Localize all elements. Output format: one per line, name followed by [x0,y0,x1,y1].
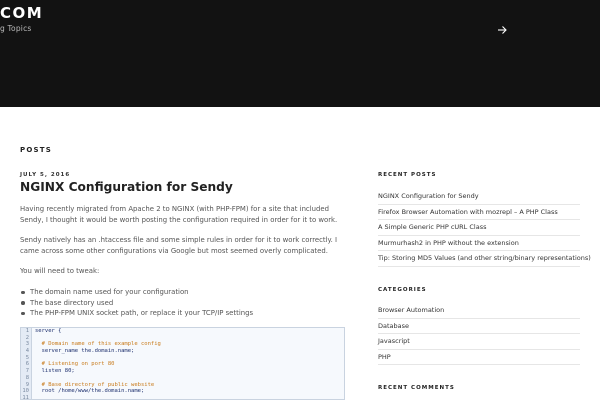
line-number: 10 [21,388,32,395]
line-number: 6 [21,361,32,369]
recent-post-link[interactable]: Firefox Browser Automation with mozrepl … [378,205,580,220]
category-link[interactable]: Javascript [378,334,580,350]
recent-post-link[interactable]: Murmurhash2 in PHP without the extension [378,236,580,251]
site-description: g Topics [0,24,32,33]
tweak-list: The domain name used for your configurat… [20,287,340,319]
code-line: 9 # Base directory of public website [21,381,344,389]
code-line: 6 # Listening on port 80 [21,361,344,369]
list-item: The domain name used for your configurat… [20,287,340,298]
line-number: 5 [21,354,32,362]
site-header: COM g Topics [0,0,600,107]
code-line: 5 [21,354,344,362]
code-line: 3 # Domain name of this example config [21,341,344,349]
line-number: 9 [21,381,32,389]
code-line: 8 [21,374,344,382]
arrow-right-icon[interactable] [496,24,508,36]
category-link[interactable]: PHP [378,350,580,365]
code-line: 11 [21,394,344,399]
line-number: 7 [21,368,32,375]
post-date[interactable]: JULY 5, 2016 [20,172,70,178]
line-number: 8 [21,374,32,382]
code-text: # Base directory of public website [35,381,155,388]
code-line: 2 [21,334,344,342]
recent-post-link[interactable]: NGINX Configuration for Sendy [378,189,580,205]
line-number: 2 [21,334,32,342]
code-text: # Domain name of this example config [35,341,161,348]
code-text: server { [35,328,62,334]
line-number: 11 [21,394,32,399]
code-text: root /home/www/the.domain.name; [35,388,145,395]
list-item: The PHP-FPM UNIX socket path, or replace… [20,308,340,319]
categories-title: CATEGORIES [378,287,427,293]
list-item: The base directory used [20,298,340,309]
post-title[interactable]: NGINX Configuration for Sendy [20,180,233,194]
recent-posts-title: RECENT POSTS [378,172,437,178]
posts-heading: POSTS [20,146,52,154]
category-link[interactable]: Database [378,319,580,334]
site-title[interactable]: COM [0,4,43,22]
code-text: # Listening on port 80 [35,361,115,368]
code-line: 7 listen 80; [21,368,344,375]
recent-post-link[interactable]: A Simple Generic PHP cURL Class [378,220,580,236]
line-number: 1 [21,328,32,335]
line-number: 3 [21,341,32,349]
post-paragraph: You will need to tweak: [20,267,100,275]
code-text: server_name the.domain.name; [35,348,135,355]
category-link[interactable]: Browser Automation [378,303,580,319]
recent-posts-list: NGINX Configuration for Sendy Firefox Br… [378,189,591,267]
code-line: 10 root /home/www/the.domain.name; [21,388,344,395]
categories-list: Browser Automation Database Javascript P… [378,303,580,365]
recent-post-link[interactable]: Tip: Storing MD5 Values (and other strin… [378,251,591,267]
line-number: 4 [21,348,32,355]
code-line: 1 server { [21,328,344,335]
code-block[interactable]: 1 server {2 3 # Domain name of this exampl… [20,327,345,400]
code-line: 4 server_name the.domain.name; [21,348,344,355]
recent-comments-title: RECENT COMMENTS [378,385,455,391]
post-paragraph: Sendy natively has an .htaccess file and… [20,236,338,255]
post-paragraph: Having recently migrated from Apache 2 t… [20,205,338,224]
code-text: listen 80; [35,368,75,375]
